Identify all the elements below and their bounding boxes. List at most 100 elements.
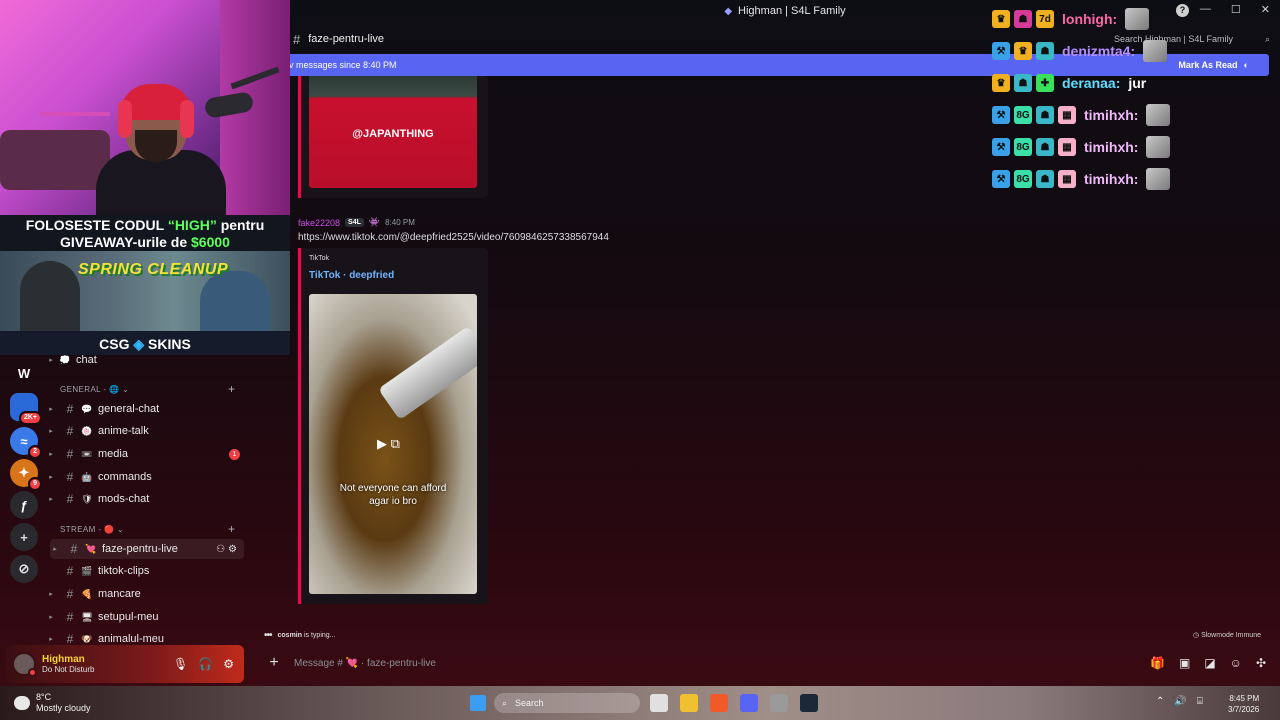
crown-icon: ♛ xyxy=(1014,42,1032,60)
steam-icon[interactable] xyxy=(800,694,818,712)
channel-setupul-meu[interactable]: ▸ # 🖥 setupul-meu xyxy=(46,607,244,627)
create-channel-icon[interactable]: + xyxy=(228,382,235,396)
channel-commands[interactable]: ▸ # 🤖 commands xyxy=(46,467,244,487)
server-fox[interactable]: ✦ 9 xyxy=(10,459,42,491)
server-wave[interactable]: ≈ 2 xyxy=(10,427,42,459)
weather-desc: Mostly cloudy xyxy=(36,703,91,713)
file-explorer-icon[interactable] xyxy=(680,694,698,712)
maximize-button[interactable]: ☐ xyxy=(1231,3,1241,16)
channel-tiktok-clips[interactable]: # 🎬 tiktok-clips xyxy=(46,561,244,581)
channel-emoji: 🎬 xyxy=(81,565,93,576)
badge-8g-icon: 8G xyxy=(1014,170,1032,188)
attach-icon[interactable]: + xyxy=(266,655,282,671)
channel-emoji: 🛡 xyxy=(81,493,93,504)
taskbar-clock[interactable]: 8:45 PM 3/7/2026 xyxy=(1228,693,1259,715)
hash-icon: # xyxy=(66,447,74,461)
weather-text: 8°C Mostly cloudy xyxy=(36,692,91,714)
channel-chat[interactable]: ▸ 💭 chat xyxy=(46,350,244,370)
emote-icon xyxy=(1146,104,1171,126)
emoji-icon[interactable]: ☺ xyxy=(1230,656,1242,670)
channel-label: mods-chat xyxy=(98,493,150,505)
embed-card: @JAPANTHING xyxy=(298,76,488,198)
role-icon: 👾 xyxy=(368,217,381,227)
new-messages-text: v messages since 8:40 PM xyxy=(289,60,397,70)
clock-date: 3/7/2026 xyxy=(1228,705,1260,714)
channel-anime-talk[interactable]: ▸ # 🍥 anime-talk xyxy=(46,421,244,441)
discord-icon[interactable] xyxy=(740,694,758,712)
chevron-up-icon[interactable]: ⌃ xyxy=(1156,696,1164,707)
channel-mods-chat[interactable]: ▸ # 🛡 mods-chat xyxy=(46,489,244,509)
category-stream[interactable]: STREAM - 🔴 ⌄ xyxy=(60,525,124,534)
user-info[interactable]: Highman Do Not Disturb xyxy=(42,654,94,674)
microphone-icon[interactable]: 🎙 xyxy=(173,657,188,671)
discover-icon[interactable]: ⊘ xyxy=(10,555,38,583)
channel-faze-pentru-live[interactable]: ▸ # 💘 faze-pentru-live ⚇⚙ xyxy=(50,539,244,559)
hash-icon: # xyxy=(66,632,74,646)
username: Highman xyxy=(42,654,85,665)
message-author[interactable]: fake22208 xyxy=(298,218,340,228)
channel-label: setupul-meu xyxy=(98,611,159,623)
channel-mancare[interactable]: ▸ # 🍕 mancare xyxy=(46,584,244,604)
chatter-name: timihxh: xyxy=(1084,139,1139,155)
mention-badge: 2 xyxy=(28,445,42,459)
server-w[interactable]: W xyxy=(10,359,38,387)
apps-icon[interactable]: ✣ xyxy=(1256,656,1266,670)
channel-media[interactable]: ▸ # 📼 media 1 xyxy=(46,444,244,464)
taskbar-search-label: Search xyxy=(515,698,544,708)
typing-suffix: is typing... xyxy=(302,632,336,639)
channel-emoji: 💬 xyxy=(81,403,93,414)
hash-icon: # xyxy=(66,470,74,484)
collapse-arrow-icon: ▸ xyxy=(49,451,53,458)
gear-icon[interactable]: ⚙ xyxy=(223,657,234,671)
help-icon[interactable]: ? xyxy=(1176,4,1189,17)
hash-icon: # xyxy=(66,424,74,438)
taskbar-search[interactable]: ⌕ Search xyxy=(494,693,640,713)
spring-cleanup-label: SPRING CLEANUP xyxy=(78,261,229,278)
message-link[interactable]: https://www.tiktok.com/@deepfried2525/vi… xyxy=(298,232,609,243)
channel-title: faze-pentru-live xyxy=(308,33,385,45)
category-general[interactable]: GENERAL - 🌐 ⌄ xyxy=(60,385,129,394)
embed-image[interactable]: @JAPANTHING xyxy=(309,76,477,188)
network-icon[interactable]: ⌸ xyxy=(1197,696,1203,707)
brave-browser-icon[interactable] xyxy=(710,694,728,712)
create-channel-icon[interactable]: + xyxy=(228,522,235,536)
mark-as-read-button[interactable]: Mark As Read ◐ xyxy=(1178,60,1249,70)
embed-title[interactable]: TikTok · deepfried xyxy=(309,270,394,281)
overlay-chat-line: ♛ ☗ 7d lonhigh: xyxy=(992,8,1150,30)
video-caption: Not everyone can afford agar io bro xyxy=(309,482,477,508)
chat-message: jur xyxy=(1128,75,1147,91)
sticker-icon[interactable]: ◪ xyxy=(1204,656,1215,670)
overlay-chat-line: ♛ ☗ ✚ deranaa: jur xyxy=(992,72,1146,94)
giveaway-text: GIVEAWAY-urile de xyxy=(60,234,192,250)
video-thumbnail[interactable]: ▶ ⧉ Not everyone can afford agar io bro xyxy=(309,294,477,594)
headphones-icon[interactable]: 🎧 xyxy=(198,657,213,671)
channel-general-chat[interactable]: ▸ # 💬 general-chat xyxy=(46,399,244,419)
gift-icon[interactable]: 🎁 xyxy=(1150,656,1165,670)
play-icon[interactable]: ▶ ⧉ xyxy=(377,436,400,452)
add-server-icon[interactable]: + xyxy=(10,523,38,551)
chatter-name: denizmta4: xyxy=(1062,43,1136,59)
badge-7d-icon: 7d xyxy=(1036,10,1054,28)
chatter-name: lonhigh: xyxy=(1062,11,1118,27)
calculator-icon[interactable] xyxy=(770,694,788,712)
slowmode-indicator: ◷ Slowmode Immune xyxy=(1193,631,1261,639)
minimize-button[interactable]: — xyxy=(1200,3,1211,16)
windows-start-icon[interactable] xyxy=(470,695,486,711)
channel-emoji: 🖥 xyxy=(81,611,93,622)
weather-widget[interactable]: 8°C Mostly cloudy xyxy=(14,692,91,714)
message-input[interactable]: Message # 💘 · faze-pentru-live xyxy=(294,658,436,669)
server-rail: W 2K+ ≈ 2 ✦ 9 ƒ + ⊘ xyxy=(0,355,46,645)
guild-tag: S4L xyxy=(345,218,364,227)
task-view-icon[interactable] xyxy=(650,694,668,712)
server-f[interactable]: ƒ xyxy=(10,491,38,519)
webcam-feed xyxy=(0,0,290,215)
gif-icon[interactable]: ▣ xyxy=(1179,656,1190,670)
volume-icon[interactable]: 🔊 xyxy=(1174,696,1186,707)
mark-read-icon: ◐ xyxy=(1243,60,1249,70)
channel-settings-icons[interactable]: ⚇⚙ xyxy=(216,544,240,555)
server-folder[interactable]: 2K+ xyxy=(10,393,42,425)
promo-suffix: pentru xyxy=(216,217,265,233)
collapse-arrow-icon: ▸ xyxy=(49,428,53,435)
close-button[interactable]: ✕ xyxy=(1261,3,1270,16)
avatar[interactable] xyxy=(12,652,37,677)
